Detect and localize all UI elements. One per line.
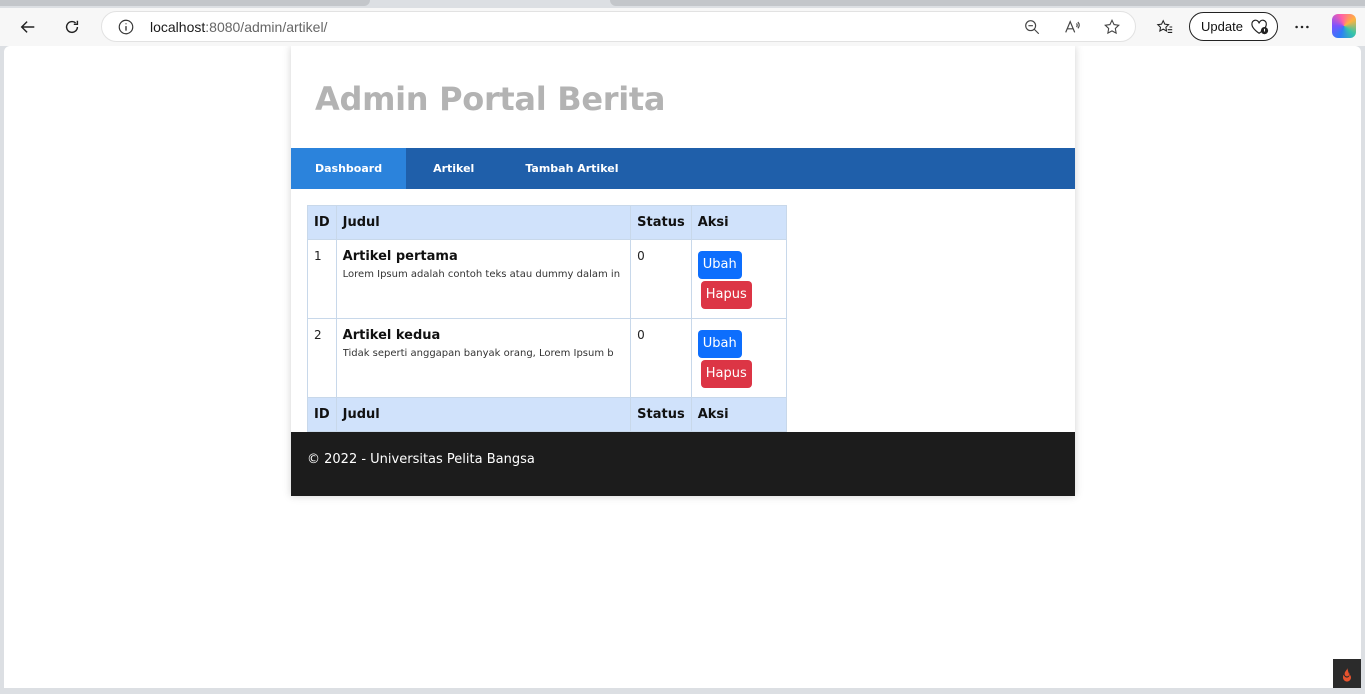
footer-id: ID [307,397,337,432]
update-label: Update [1201,19,1243,34]
site-footer: © 2022 - Universitas Pelita Bangsa [291,432,1075,496]
browser-toolbar: localhost:8080/admin/artikel/ Update [0,8,1365,46]
header-id: ID [307,205,337,240]
inactive-tab[interactable] [610,0,1365,6]
url-path: :8080/admin/artikel/ [205,19,328,35]
footer-judul: Judul [335,397,632,432]
article-excerpt: Lorem Ipsum adalah contoh teks atau dumm… [342,269,621,280]
favorite-star-icon[interactable] [1102,17,1122,37]
cell-aksi: UbahHapus [690,239,788,319]
main-content: ID Judul Status Aksi 1 Artikel pertama L… [307,205,788,432]
table-row: 2 Artikel kedua Tidak seperti anggapan b… [307,318,788,398]
page-container: Admin Portal Berita Dashboard Artikel Ta… [291,46,1075,496]
read-aloud-icon[interactable] [1062,17,1082,37]
address-bar[interactable]: localhost:8080/admin/artikel/ [101,11,1136,42]
more-icon[interactable] [1287,12,1317,42]
header-status: Status [630,205,692,240]
url-text[interactable]: localhost:8080/admin/artikel/ [150,19,327,35]
page-viewport: Admin Portal Berita Dashboard Artikel Ta… [4,46,1361,688]
cell-judul: Artikel kedua Tidak seperti anggapan ban… [335,318,632,398]
codeigniter-debug-icon[interactable] [1333,659,1361,688]
back-icon[interactable] [13,12,43,42]
delete-button[interactable]: Hapus [700,281,752,309]
cell-status: 0 [630,318,692,398]
nav-tambah-artikel[interactable]: Tambah Artikel [501,148,642,189]
article-title: Artikel pertama [342,249,458,264]
copilot-icon[interactable] [1332,14,1356,38]
cell-judul: Artikel pertama Lorem Ipsum adalah conto… [335,239,632,319]
update-heart-icon [1250,18,1270,36]
table-row: 1 Artikel pertama Lorem Ipsum adalah con… [307,239,788,319]
update-button[interactable]: Update [1189,12,1278,41]
zoom-out-icon[interactable] [1022,17,1042,37]
cell-aksi: UbahHapus [690,318,788,398]
site-header: Admin Portal Berita [291,46,1075,148]
main-nav: Dashboard Artikel Tambah Artikel [291,148,1075,189]
header-judul: Judul [335,205,632,240]
nav-artikel[interactable]: Artikel [406,148,501,189]
table-footer-row: ID Judul Status Aksi [307,397,788,432]
edit-button[interactable]: Ubah [697,330,742,358]
footer-copyright: © 2022 - Universitas Pelita Bangsa [307,452,535,467]
article-title: Artikel kedua [342,328,441,343]
footer-status: Status [630,397,692,432]
delete-button[interactable]: Hapus [700,360,752,388]
nav-dashboard[interactable]: Dashboard [291,148,407,189]
footer-aksi: Aksi [690,397,788,432]
tab-strip [0,0,1365,8]
header-aksi: Aksi [690,205,788,240]
window-bottom-edge [0,688,1365,694]
info-icon[interactable] [117,18,135,36]
cell-id: 2 [307,318,337,398]
site-title: Admin Portal Berita [315,80,666,118]
edit-button[interactable]: Ubah [697,251,742,279]
article-excerpt: Tidak seperti anggapan banyak orang, Lor… [342,348,614,359]
active-tab[interactable] [0,0,370,6]
favorites-icon[interactable] [1150,12,1180,42]
cell-status: 0 [630,239,692,319]
url-host: localhost [150,19,206,35]
reload-icon[interactable] [57,12,87,42]
table-header-row: ID Judul Status Aksi [307,205,788,240]
article-table: ID Judul Status Aksi 1 Artikel pertama L… [307,205,788,432]
cell-id: 1 [307,239,337,319]
